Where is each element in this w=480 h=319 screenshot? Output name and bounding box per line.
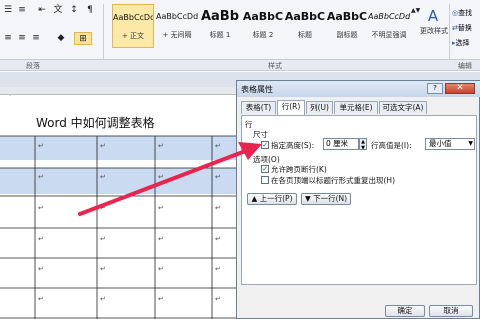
annotation-arrow	[78, 142, 262, 216]
